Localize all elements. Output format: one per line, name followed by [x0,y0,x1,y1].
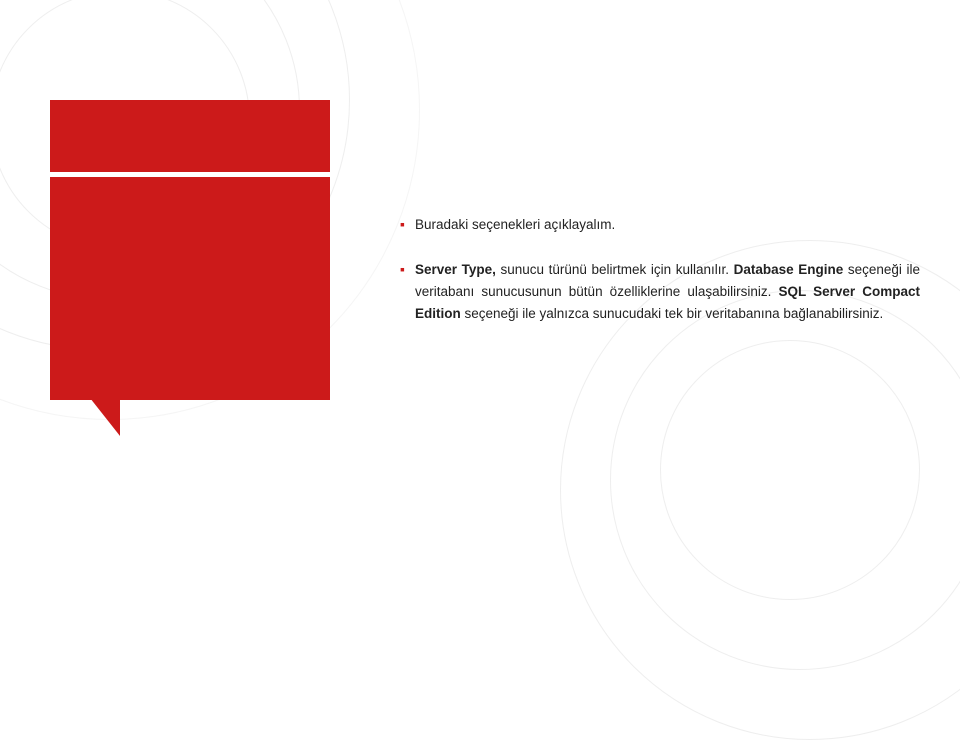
bullet-item-1: ▪ Buradaki seçenekleri açıklayalım. [400,214,920,236]
bullet-text-2: Server Type, sunucu türünü belirtmek içi… [415,259,920,326]
red-shape-container [50,100,330,440]
left-panel [0,0,380,540]
red-rectangle [50,100,330,400]
bullet-item-2: ▪ Server Type, sunucu türünü belirtmek i… [400,259,920,326]
right-panel: ▪ Buradaki seçenekleri açıklayalım. ▪ Se… [380,174,960,365]
bullet-text-1: Buradaki seçenekleri açıklayalım. [415,214,615,236]
page-layout: ▪ Buradaki seçenekleri açıklayalım. ▪ Se… [0,0,960,540]
red-divider [50,172,330,177]
bullet-icon-1: ▪ [400,216,405,232]
bullet-icon-2: ▪ [400,261,405,277]
